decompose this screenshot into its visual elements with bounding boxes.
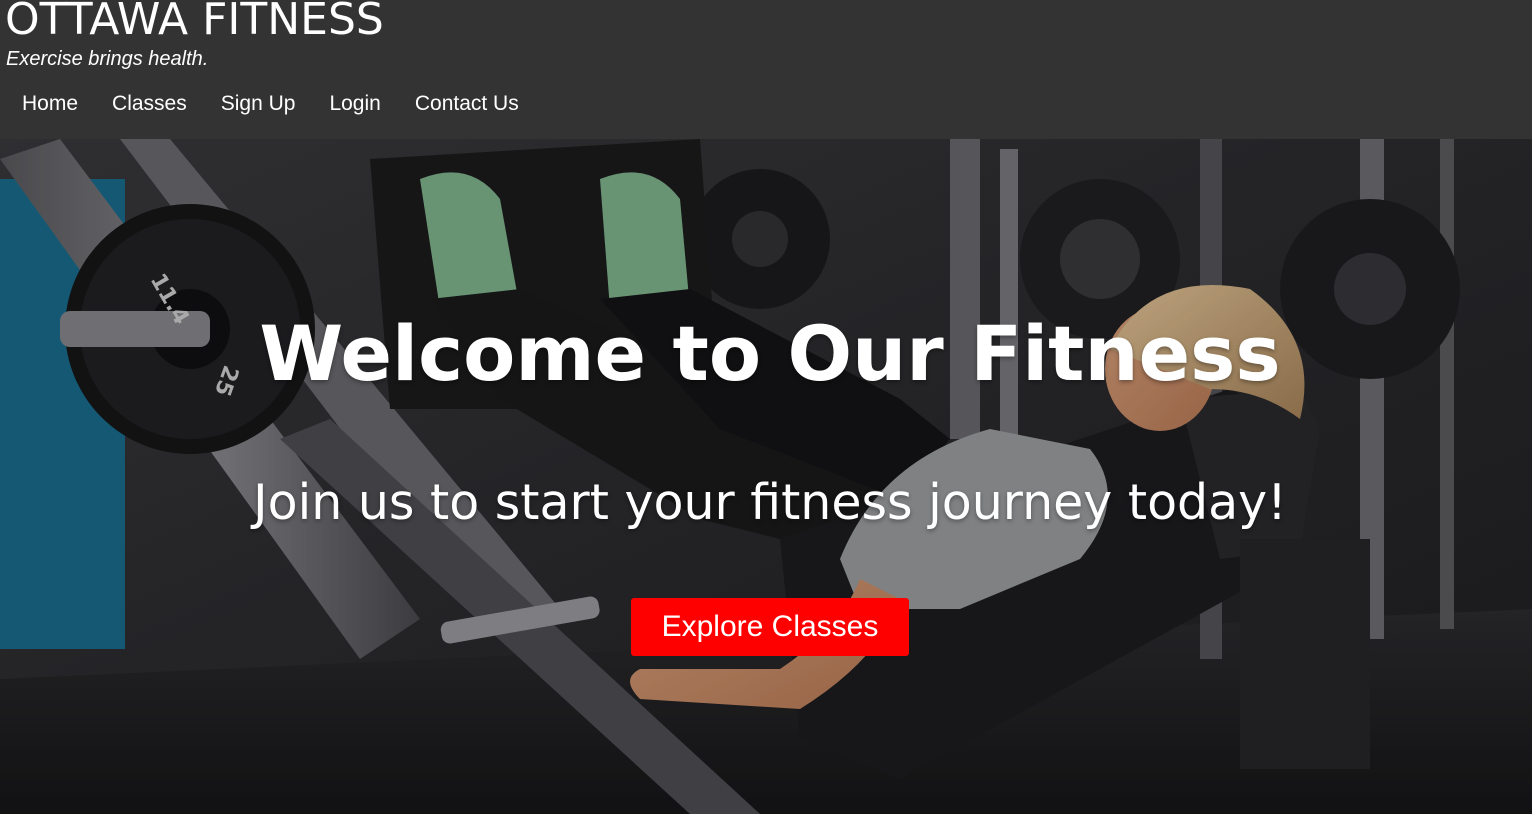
main-nav: Home Classes Sign Up Login Contact Us xyxy=(5,84,536,124)
site-title[interactable]: OTTAWA FITNESS xyxy=(5,0,384,45)
hero-subtitle: Join us to start your fitness journey to… xyxy=(253,474,1287,531)
explore-classes-button[interactable]: Explore Classes xyxy=(631,598,909,656)
nav-link-login[interactable]: Login xyxy=(312,92,397,116)
site-tagline: Exercise brings health. xyxy=(6,48,209,70)
nav-link-classes[interactable]: Classes xyxy=(95,92,204,116)
hero-section: 11.4 25 Welcome to Our Fitness Join us t… xyxy=(0,139,1532,814)
nav-link-home[interactable]: Home xyxy=(5,92,95,116)
nav-link-contact-us[interactable]: Contact Us xyxy=(398,92,536,116)
site-header: OTTAWA FITNESS Exercise brings health. H… xyxy=(0,0,1532,139)
hero-title: Welcome to Our Fitness xyxy=(259,309,1281,398)
nav-link-sign-up[interactable]: Sign Up xyxy=(204,92,313,116)
